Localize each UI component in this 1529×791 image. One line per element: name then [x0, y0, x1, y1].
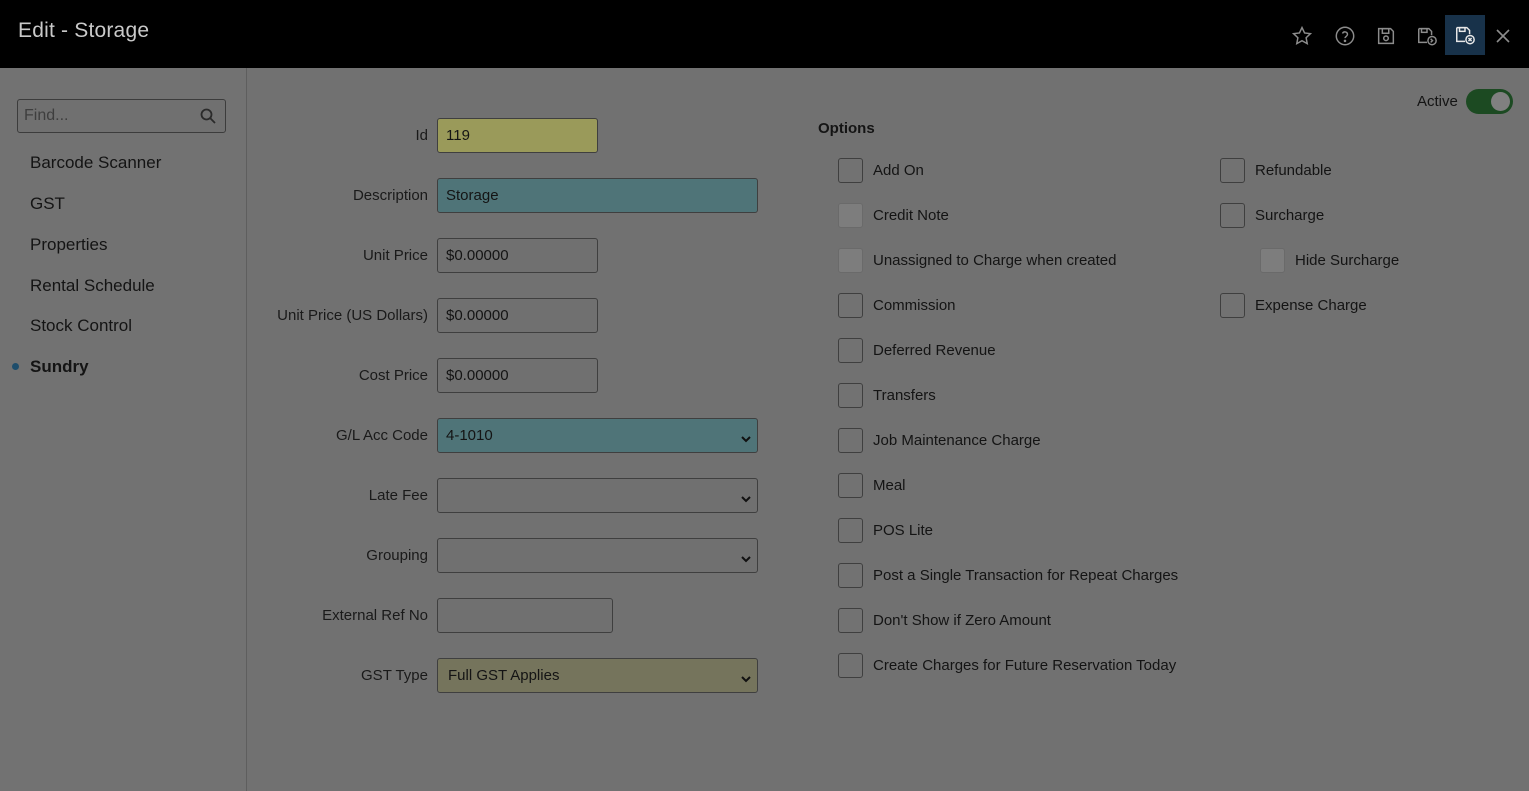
chevron-down-icon — [741, 671, 751, 683]
refundable-checkbox[interactable] — [1220, 158, 1245, 183]
dont-show-zero-amount-checkbox[interactable] — [838, 608, 863, 633]
sidebar-item-properties[interactable]: Properties — [30, 235, 107, 255]
gl-acc-code-label: G/L Acc Code — [336, 427, 428, 444]
unit-price-usd-field[interactable]: $0.00000 — [437, 298, 598, 333]
active-label: Active — [1417, 93, 1458, 110]
description-value: Storage — [446, 187, 499, 204]
sidebar-item-rental-schedule[interactable]: Rental Schedule — [30, 276, 155, 296]
external-ref-field[interactable] — [437, 598, 613, 633]
sidebar-item-stock-control[interactable]: Stock Control — [30, 316, 132, 336]
cost-price-value: $0.00000 — [446, 367, 509, 384]
commission-label: Commission — [873, 297, 956, 314]
help-circle-icon[interactable] — [1325, 16, 1365, 56]
deferred-revenue-checkbox[interactable] — [838, 338, 863, 363]
unassigned-to-charge-checkbox[interactable] — [838, 248, 863, 273]
toggle-knob — [1491, 92, 1510, 111]
id-value: 119 — [446, 127, 470, 144]
chevron-down-icon — [741, 431, 751, 443]
active-indicator-dot — [12, 363, 19, 370]
post-single-transaction-label: Post a Single Transaction for Repeat Cha… — [873, 567, 1179, 584]
create-charges-future-reservation-checkbox[interactable] — [838, 653, 863, 678]
meal-checkbox[interactable] — [838, 473, 863, 498]
external-ref-label: External Ref No — [322, 607, 428, 624]
sidebar: Barcode Scanner GST Properties Rental Sc… — [0, 68, 247, 791]
id-field[interactable]: 119 — [437, 118, 598, 153]
late-fee-label: Late Fee — [368, 487, 428, 504]
add-on-label: Add On — [873, 162, 924, 179]
hide-surcharge-checkbox[interactable] — [1260, 248, 1285, 273]
unit-price-field[interactable]: $0.00000 — [437, 238, 598, 273]
unit-price-usd-label: Unit Price (US Dollars) — [277, 307, 428, 324]
gl-acc-code-value: 4-1010 — [446, 427, 493, 444]
star-icon[interactable] — [1282, 16, 1322, 56]
sidebar-item-sundry[interactable]: Sundry — [30, 357, 89, 377]
unit-price-label: Unit Price — [362, 247, 428, 264]
save-icon[interactable] — [1366, 16, 1406, 56]
id-label: Id — [415, 127, 428, 144]
gst-type-value: Full GST Applies — [448, 667, 560, 684]
sidebar-item-barcode-scanner[interactable]: Barcode Scanner — [30, 153, 161, 173]
post-single-transaction-checkbox[interactable] — [838, 563, 863, 588]
chevron-down-icon — [741, 491, 751, 503]
refundable-label: Refundable — [1255, 162, 1332, 179]
unassigned-to-charge-label: Unassigned to Charge when created — [873, 252, 1117, 269]
surcharge-checkbox[interactable] — [1220, 203, 1245, 228]
surcharge-label: Surcharge — [1255, 207, 1325, 224]
grouping-label: Grouping — [366, 547, 428, 564]
description-field[interactable]: Storage — [437, 178, 758, 213]
search-input[interactable] — [18, 100, 198, 132]
add-on-checkbox[interactable] — [838, 158, 863, 183]
gst-type-label: GST Type — [361, 667, 428, 684]
dont-show-zero-amount-label: Don't Show if Zero Amount — [873, 612, 1051, 629]
window-title: Edit - Storage — [18, 19, 150, 42]
top-bar: Edit - Storage — [0, 0, 1529, 68]
description-label: Description — [352, 187, 428, 204]
credit-note-checkbox[interactable] — [838, 203, 863, 228]
gl-acc-code-select[interactable]: 4-1010 — [437, 418, 758, 453]
unit-price-usd-value: $0.00000 — [446, 307, 509, 324]
expense-charge-label: Expense Charge — [1255, 297, 1367, 314]
transfers-label: Transfers — [873, 387, 936, 404]
gst-type-select[interactable]: Full GST Applies — [437, 658, 758, 693]
save-and-close-icon[interactable] — [1445, 15, 1485, 55]
active-toggle[interactable] — [1466, 89, 1513, 114]
create-charges-future-reservation-label: Create Charges for Future Reservation To… — [873, 657, 1177, 674]
save-and-new-icon[interactable] — [1407, 16, 1447, 56]
credit-note-label: Credit Note — [873, 207, 949, 224]
meal-label: Meal — [873, 477, 906, 494]
sidebar-item-gst[interactable]: GST — [30, 194, 65, 214]
search-icon[interactable] — [200, 108, 216, 124]
cost-price-label: Cost Price — [358, 367, 428, 384]
grouping-select[interactable] — [437, 538, 758, 573]
pos-lite-checkbox[interactable] — [838, 518, 863, 543]
options-heading: Options — [818, 120, 875, 137]
transfers-checkbox[interactable] — [838, 383, 863, 408]
cost-price-field[interactable]: $0.00000 — [437, 358, 598, 393]
job-maintenance-charge-checkbox[interactable] — [838, 428, 863, 453]
job-maintenance-charge-label: Job Maintenance Charge — [873, 432, 1041, 449]
find-box — [17, 99, 226, 133]
unit-price-value: $0.00000 — [446, 247, 509, 264]
pos-lite-label: POS Lite — [873, 522, 934, 539]
commission-checkbox[interactable] — [838, 293, 863, 318]
late-fee-select[interactable] — [437, 478, 758, 513]
chevron-down-icon — [741, 551, 751, 563]
expense-charge-checkbox[interactable] — [1220, 293, 1245, 318]
close-icon[interactable] — [1483, 16, 1523, 56]
deferred-revenue-label: Deferred Revenue — [873, 342, 996, 359]
hide-surcharge-label: Hide Surcharge — [1295, 252, 1400, 269]
